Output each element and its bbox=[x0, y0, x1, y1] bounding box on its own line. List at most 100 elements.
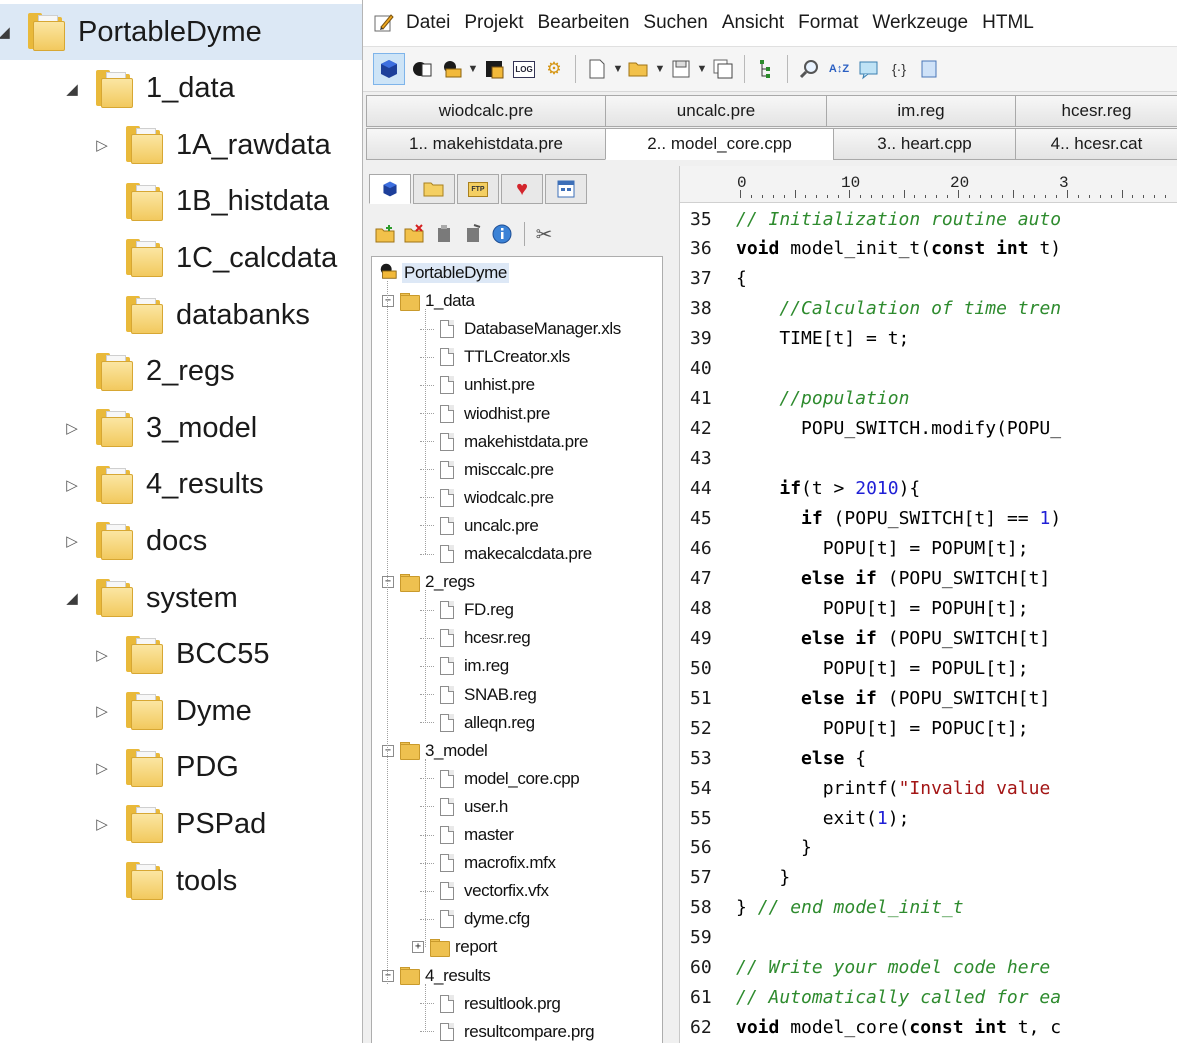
open-project-icon[interactable] bbox=[409, 56, 435, 82]
dropdown-arrow-icon[interactable]: ▼ bbox=[467, 63, 479, 75]
explorer-item[interactable]: 1B_histdata bbox=[0, 174, 362, 230]
dropdown-arrow-icon[interactable]: ▼ bbox=[696, 63, 708, 75]
project-tree-item[interactable]: uncalc.pre bbox=[420, 512, 539, 540]
code-line[interactable]: 62 void model_core(const int t, c bbox=[680, 1013, 1061, 1043]
code-line[interactable]: 46 POPU[t] = POPUM[t]; bbox=[680, 533, 1029, 563]
project-tree-item[interactable]: wiodhist.pre bbox=[420, 400, 550, 428]
code-line[interactable]: 36 void model_init_t(const int t) bbox=[680, 234, 1061, 264]
code-line[interactable]: 49 else if (POPU_SWITCH[t] bbox=[680, 623, 1050, 653]
explorer-item[interactable]: ◢ 1_data bbox=[0, 61, 362, 117]
menu-item[interactable]: Datei bbox=[399, 12, 457, 34]
expand-box-icon[interactable]: + bbox=[412, 941, 424, 954]
project-tab-icon[interactable] bbox=[369, 174, 411, 204]
remove-file-icon[interactable] bbox=[402, 221, 428, 247]
file-tab[interactable]: im.reg bbox=[826, 95, 1016, 127]
menu-item[interactable]: Format bbox=[791, 12, 865, 34]
project-tree-item[interactable]: unhist.pre bbox=[420, 371, 535, 399]
project-tree-item[interactable]: wiodcalc.pre bbox=[420, 484, 554, 512]
book-icon[interactable] bbox=[916, 56, 942, 82]
expanded-arrow-icon[interactable]: ◢ bbox=[62, 79, 82, 99]
code-line[interactable]: 47 else if (POPU_SWITCH[t] bbox=[680, 563, 1050, 593]
project-tree-item[interactable]: hcesr.reg bbox=[420, 624, 531, 652]
project-tree-item[interactable]: im.reg bbox=[420, 652, 509, 680]
project-tree-item[interactable]: DatabaseManager.xls bbox=[420, 315, 621, 343]
menu-item[interactable]: Ansicht bbox=[715, 12, 791, 34]
menu-item[interactable]: Werkzeuge bbox=[865, 12, 975, 34]
code-line[interactable]: 53 else { bbox=[680, 743, 866, 773]
ftp-tab-icon[interactable]: FTP bbox=[457, 174, 499, 204]
explorer-item[interactable]: tools bbox=[0, 853, 362, 909]
file-tab[interactable]: 2.. model_core.cpp bbox=[605, 128, 834, 160]
explorer-item[interactable]: ▷ docs bbox=[0, 513, 362, 569]
collapsed-arrow-icon[interactable]: ▷ bbox=[92, 701, 112, 721]
file-tab[interactable]: wiodcalc.pre bbox=[366, 95, 606, 127]
explorer-item[interactable]: ▷ PSPad bbox=[0, 796, 362, 852]
code-line[interactable]: 55 exit(1); bbox=[680, 803, 909, 833]
code-line[interactable]: 54 printf("Invalid value bbox=[680, 773, 1050, 803]
explorer-item[interactable]: ▷ Dyme bbox=[0, 683, 362, 739]
code-line[interactable]: 60 // Write your model code here bbox=[680, 953, 1050, 983]
expanded-arrow-icon[interactable]: ◢ bbox=[62, 588, 82, 608]
collapsed-arrow-icon[interactable]: ▷ bbox=[62, 418, 82, 438]
project-tree-item[interactable]: − 1_data bbox=[382, 287, 475, 315]
code-line[interactable]: 35 // Initialization routine auto bbox=[680, 204, 1061, 234]
project-tree-item[interactable]: FD.reg bbox=[420, 596, 514, 624]
explorer-item[interactable]: ◢ PortableDyme bbox=[0, 4, 362, 60]
log-icon[interactable]: LOG bbox=[511, 56, 537, 82]
explorer-item[interactable]: databanks bbox=[0, 287, 362, 343]
explorer-item[interactable]: 2_regs bbox=[0, 344, 362, 400]
project-tree-item[interactable]: user.h bbox=[420, 793, 508, 821]
add-file-icon[interactable] bbox=[373, 221, 399, 247]
project-settings-icon[interactable]: ✂ bbox=[531, 221, 557, 247]
info-icon[interactable] bbox=[489, 221, 515, 247]
explorer-item[interactable]: ▷ 3_model bbox=[0, 400, 362, 456]
code-line[interactable]: 56 } bbox=[680, 833, 812, 863]
preview-icon[interactable] bbox=[856, 56, 882, 82]
menu-item[interactable]: Projekt bbox=[457, 12, 530, 34]
file-edit-icon[interactable] bbox=[460, 221, 486, 247]
find-icon[interactable] bbox=[796, 56, 822, 82]
dropdown-arrow-icon[interactable]: ▼ bbox=[612, 63, 624, 75]
replace-icon[interactable]: A↕Z bbox=[826, 56, 852, 82]
collapsed-arrow-icon[interactable]: ▷ bbox=[92, 645, 112, 665]
project-tree-item[interactable]: − 3_model bbox=[382, 737, 488, 765]
collapse-box-icon[interactable]: − bbox=[382, 576, 394, 589]
code-line[interactable]: 38 //Calculation of time tren bbox=[680, 294, 1061, 324]
code-line[interactable]: 42 POPU_SWITCH.modify(POPU_ bbox=[680, 414, 1061, 444]
save-all-icon[interactable] bbox=[710, 56, 736, 82]
project-tree-item[interactable]: model_core.cpp bbox=[420, 765, 580, 793]
explorer-item[interactable]: ▷ PDG bbox=[0, 740, 362, 796]
code-line[interactable]: 59 bbox=[680, 923, 736, 953]
menu-item[interactable]: Suchen bbox=[636, 12, 714, 34]
project-tree-item[interactable]: resultcompare.prg bbox=[420, 1018, 595, 1043]
expanded-arrow-icon[interactable]: ◢ bbox=[0, 22, 14, 42]
collapsed-arrow-icon[interactable]: ▷ bbox=[62, 531, 82, 551]
code-line[interactable]: 44 if(t > 2010){ bbox=[680, 474, 920, 504]
collapsed-arrow-icon[interactable]: ▷ bbox=[92, 135, 112, 155]
file-tab[interactable]: 4.. hcesr.cat bbox=[1015, 128, 1177, 160]
project-tree-item[interactable]: alleqn.reg bbox=[420, 709, 535, 737]
save-file-icon[interactable] bbox=[668, 56, 694, 82]
code-line[interactable]: 50 POPU[t] = POPUL[t]; bbox=[680, 653, 1029, 683]
code-line[interactable]: 51 else if (POPU_SWITCH[t] bbox=[680, 683, 1050, 713]
project-tree-item[interactable]: resultlook.prg bbox=[420, 990, 561, 1018]
code-line[interactable]: 52 POPU[t] = POPUC[t]; bbox=[680, 713, 1029, 743]
collapse-box-icon[interactable]: − bbox=[382, 744, 394, 757]
explorer-item[interactable]: 1C_calcdata bbox=[0, 230, 362, 286]
menu-item[interactable]: Bearbeiten bbox=[531, 12, 637, 34]
project-tree-item[interactable]: dyme.cfg bbox=[420, 905, 530, 933]
file-properties-icon[interactable] bbox=[431, 221, 457, 247]
project-tree-item[interactable]: PortableDyme bbox=[378, 259, 509, 287]
file-tab[interactable]: 3.. heart.cpp bbox=[833, 128, 1016, 160]
explorer-item[interactable]: ◢ system bbox=[0, 570, 362, 626]
menu-item[interactable]: HTML bbox=[975, 12, 1041, 34]
tree-icon[interactable] bbox=[753, 56, 779, 82]
project-tree-item[interactable]: misccalc.pre bbox=[420, 456, 554, 484]
explorer-item[interactable]: ▷ 4_results bbox=[0, 457, 362, 513]
project-tree-item[interactable]: vectorfix.vfx bbox=[420, 877, 549, 905]
file-tab[interactable]: hcesr.reg bbox=[1015, 95, 1177, 127]
code-line[interactable]: 57 } bbox=[680, 863, 790, 893]
save-project-icon[interactable] bbox=[439, 56, 465, 82]
folder-tab-icon[interactable] bbox=[413, 174, 455, 204]
project-tree-item[interactable]: − 2_regs bbox=[382, 568, 475, 596]
